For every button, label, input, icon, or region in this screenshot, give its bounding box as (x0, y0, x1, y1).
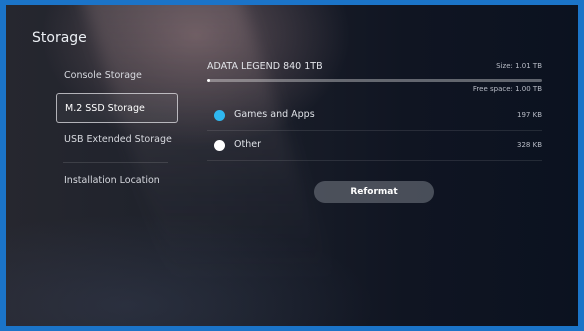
sidebar-item-console-storage[interactable]: Console Storage (56, 61, 178, 91)
sidebar-item-label: Installation Location (64, 175, 160, 186)
drive-size: Size: 1.01 TB (496, 62, 542, 70)
storage-usage-fill (207, 79, 211, 82)
games-and-apps-dot-icon (214, 110, 225, 121)
page-title: Storage (32, 30, 87, 46)
other-dot-icon (214, 140, 225, 151)
usage-label: Games and Apps (234, 109, 315, 120)
storage-screen: Storage Console Storage M.2 SSD Storage … (6, 5, 578, 326)
usage-row-games-and-apps: Games and Apps 197 KB (207, 102, 542, 130)
free-space: Free space: 1.00 TB (472, 85, 542, 93)
sidebar-item-label: Console Storage (64, 70, 142, 81)
reformat-button[interactable]: Reformat (314, 181, 434, 203)
sidebar-item-installation-location[interactable]: Installation Location (56, 166, 178, 196)
usage-size: 197 KB (517, 111, 542, 119)
usage-row-other: Other 328 KB (207, 132, 542, 160)
sidebar-item-m2-ssd-storage[interactable]: M.2 SSD Storage (56, 93, 178, 123)
sidebar-item-usb-extended-storage[interactable]: USB Extended Storage (56, 125, 178, 155)
row-divider (207, 130, 542, 131)
storage-usage-bar (207, 79, 542, 82)
usage-label: Other (234, 139, 261, 150)
drive-name: ADATA LEGEND 840 1TB (207, 61, 323, 72)
row-divider (207, 160, 542, 161)
sidebar-item-label: USB Extended Storage (64, 134, 172, 145)
sidebar-divider (63, 162, 168, 163)
sidebar-item-label: M.2 SSD Storage (65, 103, 145, 114)
usage-size: 328 KB (517, 141, 542, 149)
